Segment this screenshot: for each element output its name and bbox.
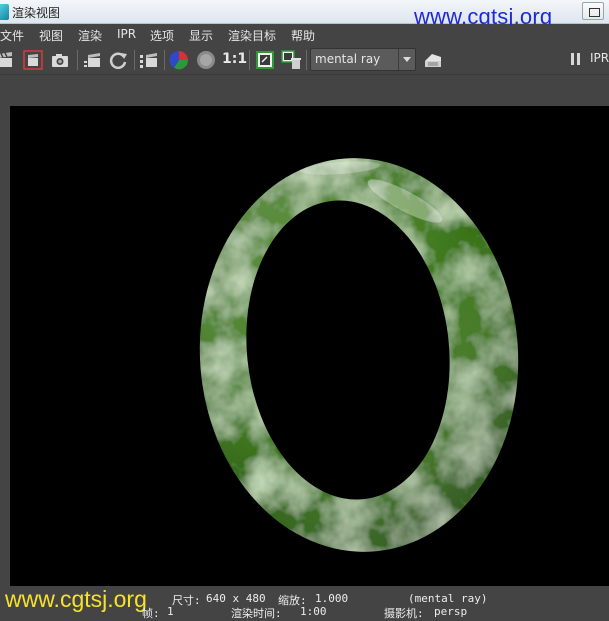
status-size-value: 640 x 480 — [206, 592, 266, 605]
toolbar-separator — [306, 50, 307, 70]
toolbar: 1:1 mental ray IPR — [0, 45, 609, 75]
menu-render-target[interactable]: 渲染目标 — [228, 27, 276, 44]
status-area: www.cgtsj.org 尺寸: 640 x 480 缩放: 1.000 (m… — [0, 586, 609, 621]
render-viewport[interactable] — [10, 106, 609, 586]
alpha-channel-icon[interactable] — [195, 49, 217, 71]
status-frame-label: 帧: — [142, 607, 160, 620]
menu-view[interactable]: 视图 — [39, 27, 63, 44]
status-renderer: (mental ray) — [408, 592, 488, 605]
watermark-bottom: www.cgtsj.org — [5, 586, 147, 612]
status-time-label: 渲染时间: — [231, 607, 282, 620]
status-camera-label: 摄影机: — [384, 607, 424, 620]
toolbar-separator — [77, 50, 78, 70]
clapper-icon[interactable] — [0, 49, 16, 71]
snapshot-icon[interactable] — [49, 49, 71, 71]
keep-image-icon[interactable] — [254, 49, 276, 71]
real-size-label[interactable]: 1:1 — [222, 51, 247, 67]
title-bar: 渲染视图 www.cgtsj.org — [0, 0, 609, 29]
maya-app-icon — [0, 4, 9, 20]
toolbar-separator — [164, 50, 165, 70]
window-title: 渲染视图 — [12, 6, 61, 20]
render-region-icon[interactable] — [22, 49, 44, 71]
render-sequence-icon[interactable] — [81, 49, 103, 71]
toolbar-separator — [134, 50, 135, 70]
status-frame-value: 1 — [167, 605, 174, 618]
jade-bangle — [190, 146, 540, 566]
rendered-image — [190, 146, 540, 566]
refresh-icon[interactable] — [107, 49, 129, 71]
menu-options[interactable]: 选项 — [150, 27, 174, 44]
menu-help[interactable]: 帮助 — [291, 27, 315, 44]
rgb-channels-icon[interactable] — [168, 49, 190, 71]
ipr-region-icon[interactable] — [138, 49, 160, 71]
toolbar-separator — [249, 50, 250, 70]
render-settings-icon[interactable] — [422, 49, 444, 71]
maximize-button[interactable] — [582, 2, 604, 20]
chevron-down-icon[interactable] — [398, 49, 415, 70]
menu-ipr[interactable]: IPR — [117, 27, 136, 41]
menu-display[interactable]: 显示 — [189, 27, 213, 44]
remove-image-icon[interactable] — [280, 49, 302, 71]
menu-bar: 文件 视图 渲染 IPR 选项 显示 渲染目标 帮助 — [0, 25, 609, 45]
menu-file[interactable]: 文件 — [0, 27, 24, 44]
status-camera-value: persp — [434, 605, 468, 618]
pause-icon[interactable] — [571, 53, 581, 65]
renderer-value: mental ray — [315, 52, 381, 66]
status-time-value: 1:00 — [300, 605, 327, 618]
ipr-button-label[interactable]: IPR — [590, 51, 609, 65]
status-zoom-value: 1.000 — [315, 592, 349, 605]
status-size-label: 尺寸: — [172, 594, 201, 607]
render-view-window: 渲染视图 www.cgtsj.org 文件 视图 渲染 IPR 选项 显示 渲染… — [0, 0, 609, 621]
renderer-dropdown[interactable]: mental ray — [310, 48, 416, 71]
menu-render[interactable]: 渲染 — [78, 27, 102, 44]
